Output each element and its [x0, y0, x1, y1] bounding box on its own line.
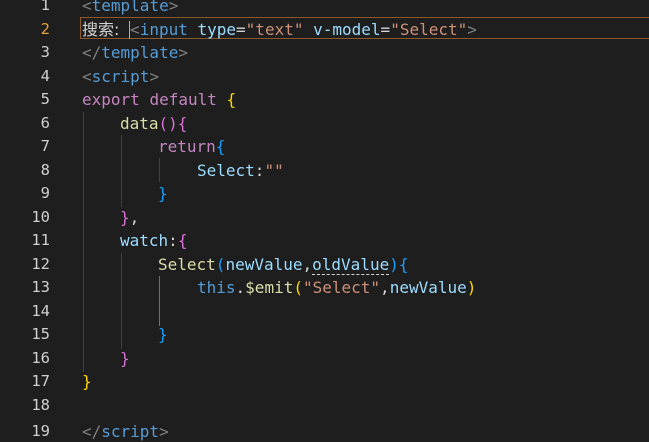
brace: { [398, 254, 409, 274]
code-line-5: export default { [82, 88, 236, 112]
attribute-name: v-model [313, 19, 381, 39]
tag-bracket: </ [82, 422, 102, 441]
parameter-unused: oldValue [312, 254, 390, 275]
property-name: watch [120, 231, 169, 250]
line-number: 1 [40, 0, 50, 14]
method-name: $emit [245, 278, 294, 297]
code-line-8: Select:"" [197, 159, 284, 183]
argument: newValue [389, 278, 467, 297]
tag-bracket: < [130, 19, 140, 39]
paren: () [158, 113, 178, 133]
code-line-16: } [120, 347, 130, 371]
tag-bracket: > [149, 66, 160, 86]
code-line-3: </template> [82, 41, 188, 65]
brace: { [177, 113, 188, 133]
comma: , [129, 207, 140, 227]
code-line-17: } [82, 370, 92, 394]
line-number: 14 [31, 301, 50, 320]
code-editor[interactable]: 1 2 3 4 5 6 7 8 9 10 11 12 13 14 15 16 1… [0, 0, 649, 442]
line-number: 16 [31, 348, 50, 367]
keyword-this: this [197, 278, 236, 297]
line-number: 7 [40, 137, 50, 155]
keyword: return [158, 137, 216, 156]
line-number: 10 [31, 207, 50, 226]
line-number: 6 [40, 113, 50, 132]
code-line-19: </script> [82, 420, 169, 442]
line-number-gutter: 1 2 3 4 5 6 7 8 9 10 11 12 13 14 15 16 1… [0, 0, 70, 442]
code-line-6: data(){ [120, 112, 187, 136]
line-number: 3 [40, 43, 50, 61]
tag-bracket: > [467, 19, 477, 39]
line-number: 8 [40, 160, 50, 179]
code-line-9: } [158, 182, 168, 206]
equals-sign: = [236, 19, 246, 39]
function-name: data [120, 113, 159, 133]
string-literal: "" [264, 160, 284, 180]
equals-sign: = [380, 19, 391, 39]
brace: } [120, 348, 130, 368]
comma: , [380, 278, 390, 297]
paren: ( [293, 278, 303, 297]
line-number: 12 [31, 254, 50, 273]
line-number: 11 [31, 231, 50, 249]
string-literal: "Select" [302, 278, 381, 297]
paren: ( [215, 254, 226, 274]
brace: } [82, 372, 92, 391]
tag-bracket: > [178, 43, 188, 62]
code-line-1: <template> [82, 0, 178, 18]
comma: , [302, 254, 313, 274]
brace: } [158, 325, 168, 344]
function-name: Select [158, 254, 216, 274]
attribute-name: type [197, 19, 237, 39]
tag-bracket: > [168, 0, 179, 15]
line-number: 4 [40, 66, 50, 85]
tag-bracket: < [82, 66, 92, 86]
dot: . [235, 278, 246, 297]
colon: : [254, 160, 265, 180]
tag-name: script [91, 66, 150, 86]
tag-bracket: < [82, 0, 92, 15]
code-line-4: <script> [82, 65, 159, 89]
label-text: 搜索: [82, 19, 120, 39]
paren: ) [466, 278, 477, 297]
brace: { [177, 231, 188, 250]
brace: { [215, 137, 226, 156]
paren: ) [389, 254, 399, 274]
line-number: 15 [31, 325, 50, 343]
line-number: 19 [31, 422, 50, 440]
code-line-2: 搜索: <input type="text" v-model="Select"> [82, 18, 477, 42]
colon: : [168, 231, 178, 250]
code-line-12: Select(newValue,oldValue){ [158, 253, 408, 277]
property-name: Select [197, 160, 255, 180]
parameter: newValue [225, 254, 303, 274]
code-line-13: this.$emit("Select",newValue) [197, 276, 476, 300]
line-number: 13 [31, 278, 50, 296]
brace: } [158, 184, 168, 203]
line-number: 17 [31, 372, 50, 390]
tag-bracket: > [159, 422, 169, 441]
line-number: 9 [40, 184, 50, 202]
line-number: 5 [40, 90, 50, 108]
line-number-active: 2 [40, 19, 50, 38]
keyword: default [149, 90, 217, 109]
code-line-7: return{ [158, 135, 225, 159]
brace: { [226, 90, 237, 109]
brace: } [120, 207, 130, 227]
attribute-value: "text" [245, 19, 304, 39]
tag-name: template [101, 43, 179, 62]
code-line-11: watch:{ [120, 229, 187, 253]
code-line-10: }, [120, 206, 139, 230]
code-area[interactable]: <template> 搜索: <input type="text" v-mode… [82, 0, 649, 442]
tag-name: input [139, 19, 188, 39]
line-number: 18 [31, 395, 50, 414]
code-line-15: } [158, 323, 168, 347]
tag-name: template [91, 0, 169, 15]
keyword: export [82, 90, 140, 109]
tag-bracket: </ [82, 43, 102, 62]
tag-name: script [101, 422, 160, 441]
attribute-value: "Select" [390, 19, 468, 39]
